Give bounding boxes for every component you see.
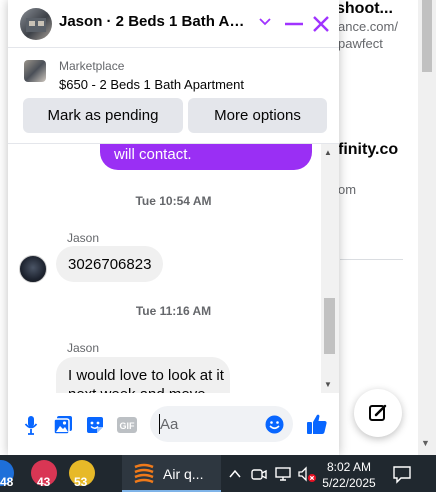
incoming-message-bubble[interactable]: 3026706823 <box>56 246 164 282</box>
chat-header[interactable]: Jason · 2 Beds 1 Bath Apar... <box>8 0 339 48</box>
bg-divider <box>340 259 403 260</box>
svg-text:GIF: GIF <box>120 421 136 431</box>
sender-name: Jason <box>67 231 100 245</box>
marketplace-listing-banner: Marketplace $650 - 2 Beds 1 Bath Apartme… <box>8 48 339 144</box>
listing-thumbnail[interactable] <box>24 60 46 82</box>
volume-muted-icon[interactable] <box>297 465 317 483</box>
listing-category: Marketplace <box>59 59 125 73</box>
gif-icon: GIF <box>117 417 137 433</box>
sender-avatar[interactable] <box>19 255 47 283</box>
photo-button[interactable] <box>52 414 74 436</box>
bg-title-snippet[interactable]: shoot... <box>336 0 393 18</box>
bg-url-snippet-2[interactable]: pawfect <box>338 36 383 51</box>
contact-avatar[interactable] <box>20 8 52 40</box>
new-message-button[interactable] <box>354 389 402 437</box>
chat-scrollbar-thumb[interactable] <box>324 298 335 354</box>
chat-scrollbar[interactable] <box>321 144 339 393</box>
photo-icon <box>53 416 72 435</box>
taskbar-clock[interactable]: 8:02 AM 5/22/2025 <box>322 459 376 491</box>
page-scrollbar-thumb[interactable] <box>422 0 432 72</box>
close-icon[interactable] <box>310 13 332 35</box>
message-timestamp: Tue 11:16 AM <box>135 304 212 318</box>
more-options-button[interactable]: More options <box>188 98 327 133</box>
taskbar-app-label[interactable]: Air q... <box>163 466 203 482</box>
microphone-icon <box>24 416 38 435</box>
message-timestamp: Tue 10:54 AM <box>135 194 212 208</box>
incoming-message-bubble[interactable]: I would love to look at it next week and… <box>56 357 230 393</box>
sticker-icon <box>87 417 103 433</box>
sticker-button[interactable] <box>84 414 106 436</box>
air-quality-icon <box>134 463 154 484</box>
message-input[interactable] <box>160 414 260 434</box>
chat-scroll-up-arrow[interactable]: ▲ <box>324 148 332 157</box>
sender-name: Jason <box>67 341 100 355</box>
compose-icon <box>369 404 387 421</box>
like-button[interactable] <box>306 413 328 435</box>
bg-url-snippet-1[interactable]: ance.com/ <box>338 19 398 34</box>
incoming-message-text: 3026706823 <box>68 255 152 273</box>
message-list[interactable]: will contact. Tue 10:54 AM Jason 3026706… <box>8 144 339 393</box>
notifications-icon[interactable] <box>392 464 412 484</box>
clock-date: 5/22/2025 <box>322 476 376 490</box>
gif-button[interactable]: GIF <box>116 414 138 436</box>
taskbar-badge-1: 48 <box>0 475 14 489</box>
outgoing-message-text: will contact. <box>114 146 192 163</box>
page-scroll-down-arrow[interactable]: ▼ <box>421 438 430 448</box>
chevron-up-icon[interactable] <box>228 468 242 480</box>
microphone-button[interactable] <box>20 414 42 436</box>
listing-title[interactable]: $650 - 2 Beds 1 Bath Apartment <box>59 77 244 92</box>
chat-title[interactable]: Jason · 2 Beds 1 Bath Apar... <box>59 13 251 30</box>
chat-scroll-down-arrow[interactable]: ▼ <box>324 380 332 389</box>
thumbs-up-icon <box>307 414 327 434</box>
network-icon[interactable] <box>274 465 292 483</box>
taskbar-badge-3: 53 <box>74 475 88 489</box>
bg-title-snippet-2[interactable]: finity.co <box>338 141 398 159</box>
clock-time: 8:02 AM <box>326 460 372 474</box>
minimize-icon[interactable] <box>282 13 306 35</box>
message-composer: GIF <box>8 393 339 455</box>
outgoing-message-bubble[interactable]: will contact. <box>100 144 312 170</box>
chat-window: Jason · 2 Beds 1 Bath Apar... Marketplac… <box>8 0 339 455</box>
meet-now-icon[interactable] <box>250 465 268 483</box>
chevron-down-icon[interactable] <box>258 14 272 28</box>
bg-url-snippet-3[interactable]: om <box>338 182 356 197</box>
incoming-message-text: I would love to look at it next week and… <box>68 367 224 393</box>
emoji-icon[interactable] <box>265 415 284 434</box>
mark-as-pending-button[interactable]: Mark as pending <box>23 98 183 133</box>
taskbar-badge-2: 43 <box>37 475 51 489</box>
message-input-box[interactable] <box>150 406 293 442</box>
